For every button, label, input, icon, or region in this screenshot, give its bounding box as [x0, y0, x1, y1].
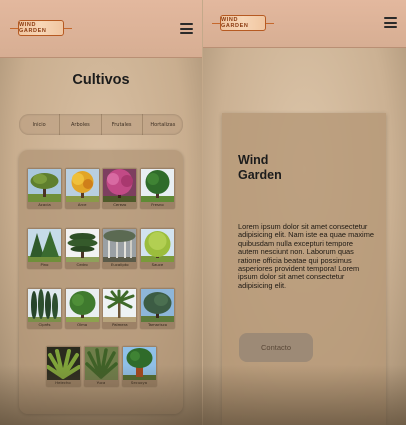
header-left: WIND GARDEN — [0, 0, 202, 58]
page-title: Cultivos — [72, 72, 130, 88]
header-right: WIND GARDEN — [203, 0, 406, 48]
plant-card[interactable]: Pino — [27, 228, 62, 269]
tree-photo — [140, 229, 174, 262]
logo-text: WIND GARDEN — [221, 17, 249, 29]
plant-card[interactable]: Eucalipto — [102, 228, 138, 269]
plant-name: Fresno — [151, 202, 164, 207]
hamburger-menu-icon[interactable] — [384, 17, 397, 28]
pane-divider — [202, 0, 203, 425]
category-tabs: Inicio Arboles Frutales Hortalizas — [19, 114, 183, 135]
card-title: Wind Garden — [238, 153, 282, 182]
plant-card[interactable]: Tamarisco — [139, 288, 175, 329]
plant-name: Pino — [40, 262, 49, 267]
tree-photo — [140, 289, 174, 322]
plant-name: Arce — [77, 202, 87, 207]
plant-card[interactable]: Ciprés — [27, 288, 62, 329]
plant-name: Acacia — [38, 202, 51, 207]
tab-arboles[interactable]: Arboles — [60, 114, 102, 135]
plant-name: Sauce — [151, 262, 164, 267]
plant-card[interactable]: Fresno — [139, 168, 175, 209]
tree-photo — [103, 169, 137, 202]
tree-photo — [65, 229, 99, 262]
plant-name: Eucalipto — [111, 262, 129, 267]
plant-name: Olmo — [77, 322, 88, 327]
tree-photo — [65, 289, 99, 322]
tab-frutales[interactable]: Frutales — [102, 114, 143, 135]
tree-photo — [28, 289, 61, 322]
gallery-row: Ciprés Olmo Palmera Tamarisco — [27, 288, 175, 329]
plant-card[interactable]: Olmo — [64, 288, 100, 329]
tree-photo — [103, 289, 137, 322]
plant-name: Cerezo — [113, 202, 127, 207]
logo-text: WIND GARDEN — [19, 22, 47, 34]
plant-card[interactable]: Sauce — [139, 228, 175, 269]
logo[interactable]: WIND GARDEN — [10, 20, 72, 36]
tree-photo — [65, 169, 99, 202]
hamburger-menu-icon[interactable] — [180, 23, 193, 34]
tab-hortalizas[interactable]: Hortalizas — [143, 114, 183, 135]
plant-name: Ciprés — [38, 322, 51, 327]
tree-photo — [28, 229, 61, 262]
tree-photo — [103, 229, 137, 262]
plant-card[interactable]: Arce — [64, 168, 100, 209]
card-description: Lorem ipsum dolor sit amet consectetur a… — [238, 222, 374, 290]
logo[interactable]: WIND GARDEN — [212, 15, 274, 31]
tab-inicio[interactable]: Inicio — [19, 114, 61, 135]
tree-photo — [140, 169, 174, 202]
plant-card[interactable]: Acacia — [27, 168, 62, 209]
plant-name: Cedro — [76, 262, 88, 267]
gallery-row: Acacia Arce Cerezo Fresno — [27, 168, 175, 209]
plant-name: Tamarisco — [147, 322, 167, 327]
plant-card[interactable]: Cedro — [64, 228, 100, 269]
background-haze — [0, 365, 406, 425]
plant-card[interactable]: Palmera — [102, 288, 138, 329]
tree-photo — [28, 169, 61, 202]
plant-card[interactable]: Cerezo — [102, 168, 138, 209]
contact-button[interactable]: Contacto — [239, 333, 313, 362]
plant-name: Palmera — [112, 322, 128, 327]
gallery-row: Pino Cedro Eucalipto Sauce — [27, 228, 175, 269]
